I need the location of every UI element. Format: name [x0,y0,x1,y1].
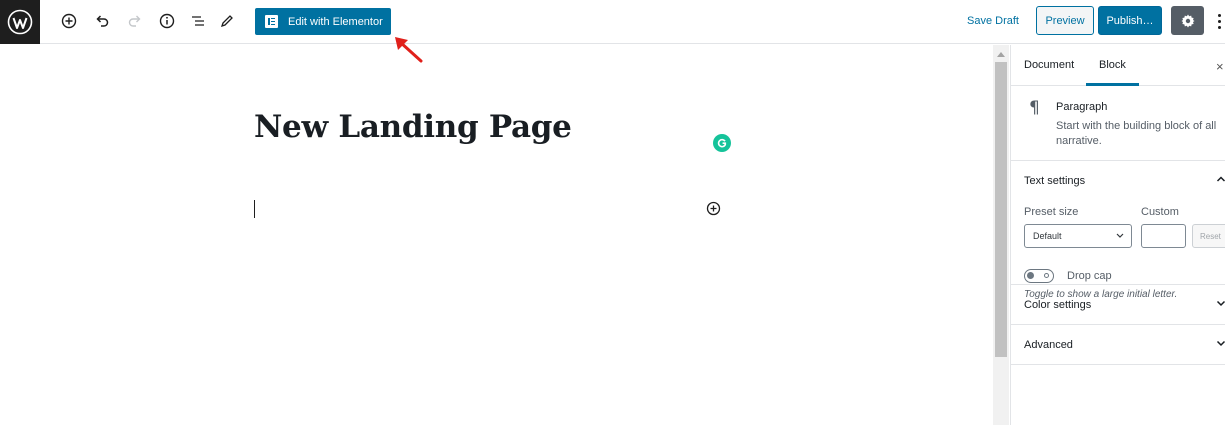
close-sidebar-icon[interactable]: × [1216,59,1224,74]
paragraph-block-cursor[interactable] [254,200,255,218]
preset-size-value: Default [1033,231,1062,241]
tab-document[interactable]: Document [1024,45,1074,86]
toggle-off-indicator [1044,273,1049,278]
drop-cap-toggle[interactable] [1024,269,1054,283]
undo-icon[interactable] [91,10,113,32]
custom-size-label: Custom [1141,206,1179,218]
drop-cap-help: Toggle to show a large initial letter. [1024,289,1178,300]
block-navigation-icon[interactable] [187,10,209,32]
custom-font-size-input[interactable] [1141,224,1186,248]
block-card: ¶ Paragraph Start with the building bloc… [1011,86,1225,161]
chevron-down-icon [1216,338,1225,351]
block-card-title: Paragraph [1056,101,1108,113]
scrollbar-thumb[interactable] [995,62,1007,357]
publish-button[interactable]: Publish… [1098,6,1162,35]
edit-with-elementor-label: Edit with Elementor [288,15,383,28]
gear-icon [1181,14,1194,27]
reset-font-size-button[interactable]: Reset [1192,224,1225,248]
redo-icon[interactable] [124,10,146,32]
wordpress-logo-icon[interactable] [0,0,40,44]
paragraph-icon: ¶ [1029,98,1040,118]
scroll-up-arrow-icon[interactable] [993,45,1009,62]
settings-sidebar: Document Block × ¶ Paragraph Start with … [1010,45,1225,425]
color-settings-title: Color settings [1024,299,1092,311]
select-chevron-down-icon [1116,225,1124,255]
edit-pencil-icon[interactable] [216,10,238,32]
tab-block[interactable]: Block [1086,45,1139,86]
chevron-down-icon [1216,298,1225,311]
toggle-knob [1027,272,1034,279]
text-settings-panel: Text settings [1011,161,1225,285]
add-block-icon[interactable] [58,10,80,32]
block-card-description: Start with the building block of all nar… [1056,120,1217,147]
grammarly-icon[interactable] [713,134,731,152]
advanced-toggle[interactable]: Advanced [1011,325,1225,365]
advanced-title: Advanced [1024,339,1073,351]
post-title[interactable]: New Landing Page [254,109,572,145]
save-draft-link[interactable]: Save Draft [967,15,1019,27]
editor-scrollbar[interactable] [993,45,1009,425]
inline-add-block-icon[interactable] [706,201,721,216]
info-icon[interactable] [156,10,178,32]
editor-canvas: New Landing Page [0,45,993,425]
text-settings-toggle[interactable]: Text settings [1011,161,1225,201]
preset-size-select[interactable]: Default [1024,224,1132,248]
elementor-icon [265,15,278,28]
chevron-up-icon [1216,174,1225,187]
preview-button[interactable]: Preview [1036,6,1094,35]
more-options-icon[interactable] [1212,9,1225,33]
drop-cap-label: Drop cap [1067,270,1112,282]
preset-size-label: Preset size [1024,206,1079,218]
sidebar-tabs: Document Block × [1011,45,1225,86]
settings-gear-button[interactable] [1171,6,1204,35]
editor-toolbar: Edit with Elementor Save Draft Preview P… [0,0,1225,44]
text-settings-title: Text settings [1024,175,1086,187]
edit-with-elementor-button[interactable]: Edit with Elementor [255,8,391,35]
